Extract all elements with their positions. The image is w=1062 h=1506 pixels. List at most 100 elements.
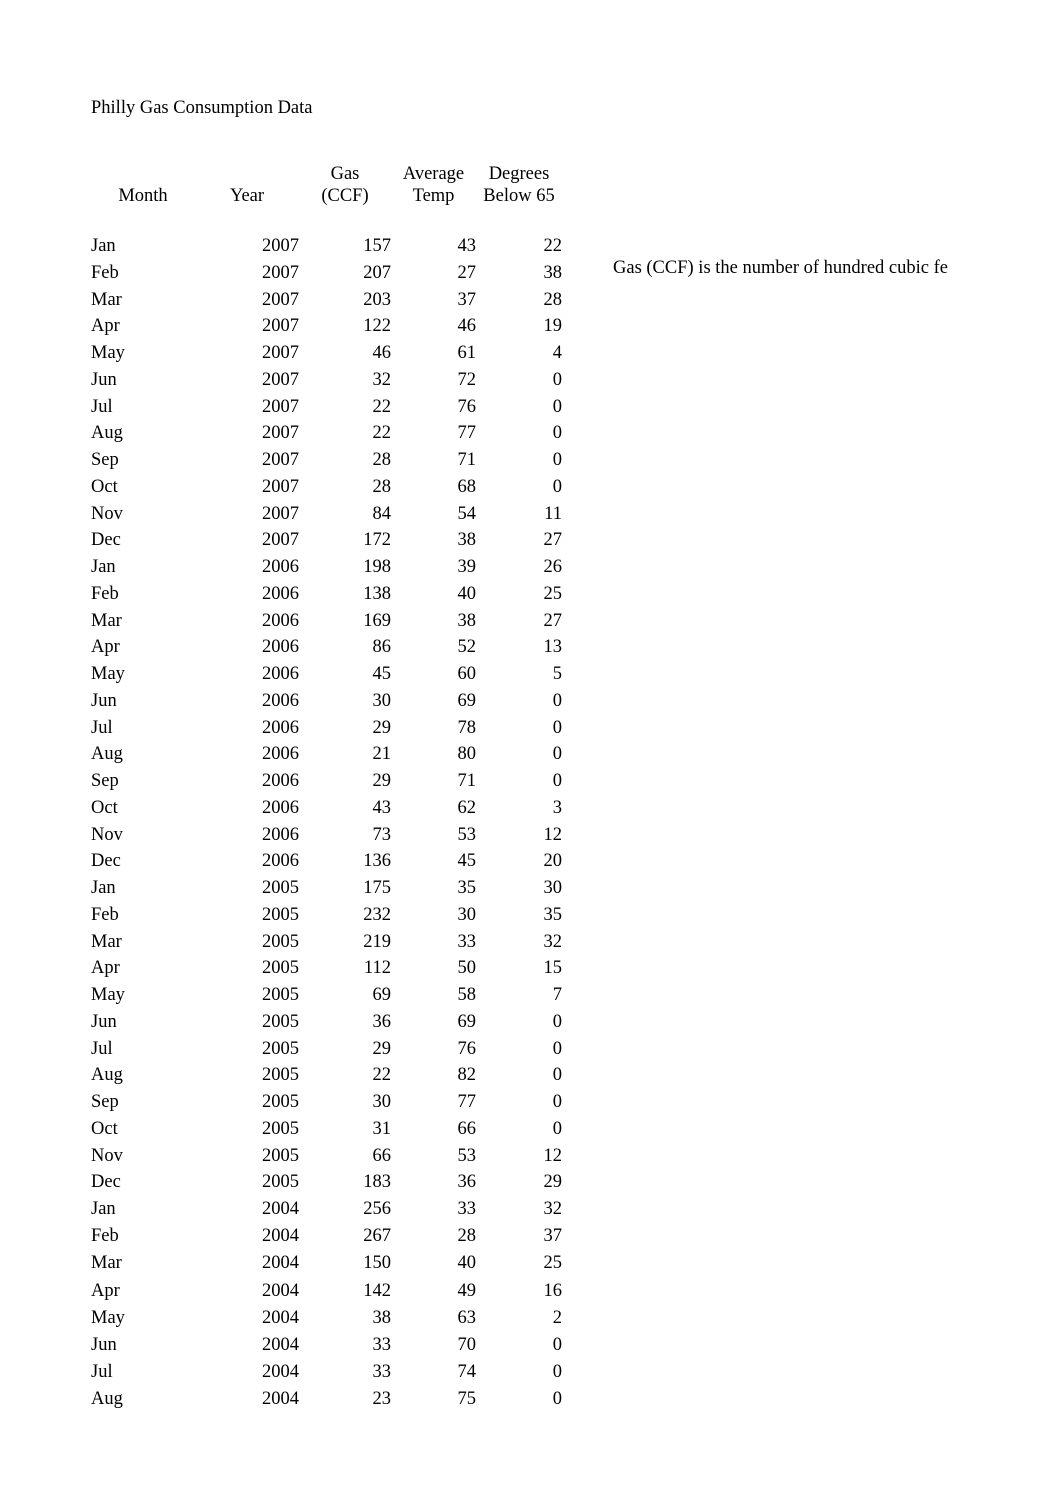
cell-year: 2007 — [262, 289, 299, 310]
cell-temp: 63 — [457, 1307, 477, 1328]
cell-gas: 73 — [372, 824, 392, 845]
cell-month: Sep — [91, 1092, 119, 1112]
cell-month: Oct — [91, 797, 118, 818]
cell-temp: 40 — [457, 1253, 477, 1274]
cell-degrees: 0 — [552, 1362, 562, 1383]
table-body: Jan 2007 157 43 22 Feb 2007 207 27 38 Mar 2007 203 37… — [91, 217, 562, 1414]
cell-month: Aug — [91, 423, 123, 444]
cell-year: 2007 — [262, 316, 299, 337]
cell-gas: 22 — [372, 423, 392, 444]
table-row: Jan 2006 198 39 26 — [91, 554, 562, 581]
cell-year: 2007 — [262, 503, 299, 524]
cell-degrees: 0 — [552, 717, 562, 738]
cell-degrees: 26 — [543, 557, 563, 577]
cell-gas: 22 — [372, 1065, 392, 1086]
cell-temp: 30 — [457, 904, 477, 925]
table-row: Feb 2005 232 30 35 — [91, 902, 562, 929]
cell-month: Jul — [91, 717, 113, 738]
cell-degrees: 25 — [543, 1253, 563, 1274]
cell-year: 2005 — [262, 1118, 299, 1139]
cell-gas: 28 — [372, 476, 392, 497]
cell-degrees: 2 — [552, 1307, 562, 1328]
table-row: Dec 2005 183 36 29 — [91, 1169, 562, 1196]
cell-gas: 267 — [363, 1226, 391, 1247]
cell-degrees: 0 — [552, 1389, 562, 1410]
table-row: Jun 2006 30 69 0 — [91, 688, 562, 715]
cell-month: Aug — [91, 1389, 123, 1410]
table-row: Mar 2007 203 37 28 — [91, 287, 562, 314]
table-row: Jul 2005 29 76 0 — [91, 1036, 562, 1063]
cell-gas: 198 — [363, 557, 391, 577]
cell-temp: 74 — [457, 1362, 477, 1383]
cell-temp: 70 — [457, 1335, 477, 1356]
table-row: Jun 2004 33 70 0 — [91, 1332, 562, 1359]
column-header-degrees-below-65: Degrees Below 65 — [483, 164, 555, 206]
cell-gas: 33 — [372, 1362, 392, 1383]
table-row: Apr 2007 122 46 19 — [91, 313, 562, 340]
cell-degrees: 0 — [552, 369, 562, 390]
cell-degrees: 0 — [552, 450, 562, 470]
cell-gas: 122 — [363, 316, 391, 337]
cell-month: Feb — [91, 583, 119, 604]
document-page: Philly Gas Consumption Data Gas (CCF) is… — [0, 0, 1062, 1506]
cell-temp: 76 — [457, 396, 477, 417]
table-row: Nov 2005 66 53 12 — [91, 1143, 562, 1170]
cell-year: 2006 — [262, 610, 299, 631]
table-row: Oct 2005 31 66 0 — [91, 1116, 562, 1143]
table-row: Oct 2007 28 68 0 — [91, 474, 562, 501]
cell-year: 2004 — [262, 1280, 299, 1301]
table-row: Jul 2007 22 76 0 — [91, 394, 562, 421]
cell-degrees: 5 — [552, 664, 562, 684]
cell-gas: 31 — [372, 1118, 392, 1139]
cell-temp: 28 — [457, 1226, 477, 1247]
cell-degrees: 29 — [543, 1172, 563, 1193]
cell-month: Jan — [91, 878, 116, 898]
cell-year: 2005 — [262, 1038, 299, 1059]
cell-year: 2007 — [262, 450, 299, 470]
cell-month: Jul — [91, 1362, 113, 1383]
cell-degrees: 27 — [543, 530, 563, 551]
cell-year: 2004 — [262, 1253, 299, 1274]
cell-degrees: 32 — [543, 931, 563, 952]
cell-degrees: 0 — [552, 690, 562, 711]
cell-degrees: 0 — [552, 771, 562, 791]
cell-gas: 175 — [363, 878, 391, 898]
cell-temp: 76 — [457, 1038, 477, 1059]
cell-temp: 43 — [457, 236, 477, 256]
cell-temp: 46 — [457, 316, 477, 337]
cell-year: 2007 — [262, 530, 299, 551]
cell-temp: 53 — [457, 1145, 477, 1166]
cell-year: 2005 — [262, 1092, 299, 1112]
cell-month: Mar — [91, 610, 122, 631]
cell-degrees: 0 — [552, 423, 562, 444]
cell-gas: 86 — [372, 637, 392, 658]
cell-gas: 29 — [372, 717, 392, 738]
cell-month: Jun — [91, 690, 117, 711]
cell-degrees: 22 — [543, 236, 563, 256]
cell-month: Apr — [91, 316, 120, 337]
cell-temp: 27 — [457, 262, 477, 283]
cell-gas: 38 — [372, 1307, 392, 1328]
cell-month: May — [91, 1307, 125, 1328]
cell-gas: 45 — [372, 664, 392, 684]
table-row: Aug 2007 22 77 0 — [91, 420, 562, 447]
cell-gas: 66 — [372, 1145, 392, 1166]
table-row: Oct 2006 43 62 3 — [91, 795, 562, 822]
cell-year: 2006 — [262, 824, 299, 845]
cell-degrees: 12 — [543, 824, 563, 845]
cell-degrees: 12 — [543, 1145, 563, 1166]
cell-degrees: 15 — [543, 958, 563, 979]
column-header-gas-ccf: Gas (CCF) — [321, 164, 369, 206]
cell-year: 2006 — [262, 690, 299, 711]
cell-month: Feb — [91, 262, 119, 283]
cell-year: 2006 — [262, 583, 299, 604]
cell-gas: 23 — [372, 1389, 392, 1410]
cell-degrees: 13 — [543, 637, 563, 658]
cell-gas: 203 — [363, 289, 391, 310]
cell-month: Feb — [91, 904, 119, 925]
table-row: May 2005 69 58 7 — [91, 982, 562, 1009]
cell-year: 2005 — [262, 1065, 299, 1086]
table-row: Jul 2006 29 78 0 — [91, 715, 562, 742]
table-row: May 2006 45 60 5 — [91, 661, 562, 688]
table-row: Sep 2007 28 71 0 — [91, 447, 562, 474]
